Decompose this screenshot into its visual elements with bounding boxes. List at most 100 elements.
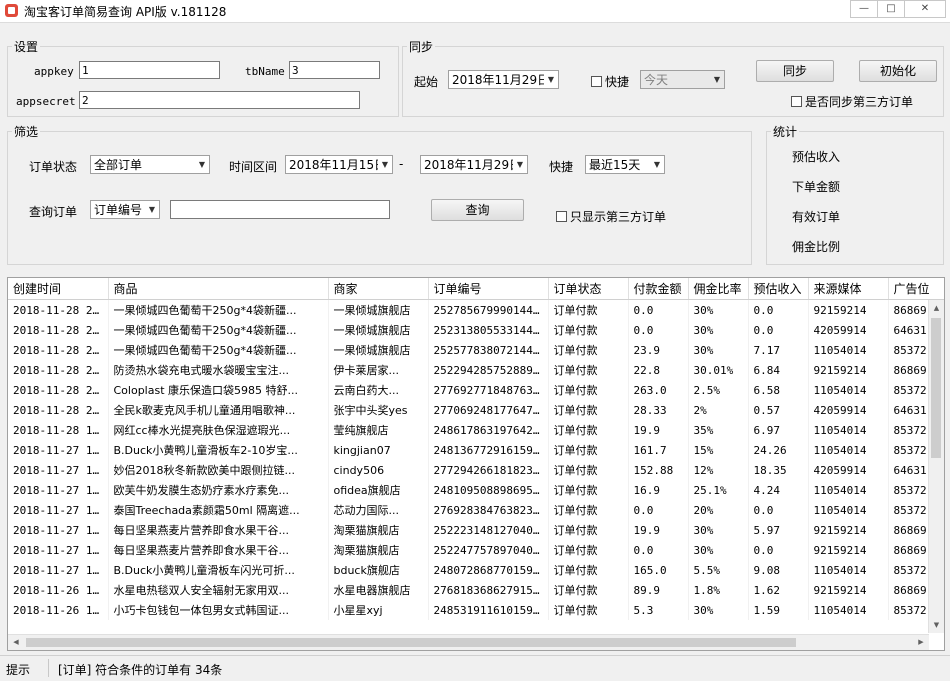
table-row[interactable]: 2018-11-27 1... 每日坚果燕麦片营养即食水果干谷... 淘栗猫旗舰店 2… — [8, 520, 944, 540]
cell-commission: 20% — [688, 500, 749, 520]
cell-seller: ofidea旗舰店 — [328, 480, 429, 500]
cell-payment: 263.0 — [628, 380, 689, 400]
init-button[interactable]: 初始化 — [859, 60, 937, 82]
scroll-right-icon[interactable]: ▶ — [913, 635, 929, 650]
table-row[interactable]: 2018-11-27 1... 泰国Treechada素颜霜50ml 隔离遮...… — [8, 500, 944, 520]
chevron-down-icon: ▼ — [148, 205, 156, 214]
col-header-commission[interactable]: 佣金比率 — [688, 278, 749, 300]
scroll-down-icon[interactable]: ▼ — [929, 617, 944, 633]
sync-third-party-checkbox[interactable]: 是否同步第三方订单 — [791, 93, 913, 110]
cell-product: 一果倾城四色葡萄干250g*4袋新疆... — [108, 299, 329, 320]
sync-start-date-picker[interactable]: 2018年11月29日 ▼ — [448, 70, 559, 89]
scroll-up-icon[interactable]: ▲ — [929, 300, 944, 316]
range-separator: - — [399, 157, 404, 171]
order-status-value: 全部订单 — [94, 158, 143, 172]
cell-order-id: 252313805533144811 — [428, 320, 549, 340]
cell-product: B.Duck小黄鸭儿童滑板车2-10岁宝... — [108, 440, 329, 460]
table-row[interactable]: 2018-11-28 2... 一果倾城四色葡萄干250g*4袋新疆... 一果倾城… — [8, 340, 944, 360]
appkey-input[interactable] — [79, 61, 220, 79]
cell-media: 11054014 — [808, 340, 889, 360]
cell-payment: 19.9 — [628, 520, 689, 540]
query-type-select[interactable]: 订单编号 ▼ — [90, 200, 160, 219]
cell-estimated: 0.0 — [748, 320, 809, 340]
cell-media: 11054014 — [808, 480, 889, 500]
col-header-product[interactable]: 商品 — [108, 278, 329, 300]
minimize-icon[interactable]: — — [850, 0, 878, 18]
col-header-seller[interactable]: 商家 — [328, 278, 429, 300]
status-message: [订单] 符合条件的订单有 34条 — [58, 663, 223, 677]
order-table[interactable]: 创建时间 商品 商家 订单编号 订单状态 付款金额 佣金比率 预估收入 来源媒体… — [7, 277, 945, 651]
cell-order-id: 248136772916159592 — [428, 440, 549, 460]
scroll-left-icon[interactable]: ◀ — [8, 635, 24, 650]
time-range-label: 时间区间 — [229, 160, 278, 174]
filter-quick-select[interactable]: 最近15天 ▼ — [585, 155, 665, 174]
horizontal-scroll-thumb[interactable] — [26, 638, 796, 647]
table-row[interactable]: 2018-11-27 1... 妙侣2018秋冬新款欧美中跟侧拉链... cindy… — [8, 460, 944, 480]
col-header-status[interactable]: 订单状态 — [548, 278, 629, 300]
cell-seller: 张宇中头奖yes — [328, 400, 429, 420]
query-input[interactable] — [170, 200, 390, 219]
sync-start-label: 起始 — [414, 75, 439, 89]
cell-media: 11054014 — [808, 560, 889, 580]
only-third-party-checkbox[interactable]: 只显示第三方订单 — [556, 208, 666, 225]
col-header-payment[interactable]: 付款金额 — [628, 278, 689, 300]
horizontal-scrollbar[interactable]: ◀ ▶ — [8, 634, 929, 650]
cell-created: 2018-11-28 1... — [8, 420, 109, 440]
status-divider — [48, 659, 49, 677]
table-header-row: 创建时间 商品 商家 订单编号 订单状态 付款金额 佣金比率 预估收入 来源媒体… — [8, 278, 944, 300]
status-label: 提示 — [6, 663, 31, 677]
table-row[interactable]: 2018-11-27 1... 欧芙牛奶发膜生态奶疗素水疗素免... ofidea旗… — [8, 480, 944, 500]
table-row[interactable]: 2018-11-27 1... B.Duck小黄鸭儿童滑板车闪光可折... bduc… — [8, 560, 944, 580]
filter-quick-label: 快捷 — [549, 160, 574, 174]
table-row[interactable]: 2018-11-28 1... 网红cc棒水光提亮肤色保湿遮瑕光... 莹纯旗舰店 2… — [8, 420, 944, 440]
cell-commission: 30% — [688, 600, 749, 620]
query-button[interactable]: 查询 — [431, 199, 524, 221]
vertical-scroll-thumb[interactable] — [931, 318, 941, 458]
tbname-input[interactable] — [289, 61, 380, 79]
table-row[interactable]: 2018-11-26 1... 小巧卡包钱包一体包男女式韩国证... 小星星xyj 2… — [8, 600, 944, 620]
table-row[interactable]: 2018-11-28 2... 全民k歌麦克风手机儿童通用唱歌神... 张宇中头奖y… — [8, 400, 944, 420]
table-row[interactable]: 2018-11-28 2... Coloplast 康乐保造口袋5985 特舒..… — [8, 380, 944, 400]
sync-quick-select[interactable]: 今天 ▼ — [640, 70, 725, 89]
table-row[interactable]: 2018-11-28 2... 防烫热水袋充电式暖水袋暖宝宝注... 伊卡莱居家..… — [8, 360, 944, 380]
filter-legend: 筛选 — [14, 125, 39, 139]
cell-seller: bduck旗舰店 — [328, 560, 429, 580]
cell-media: 11054014 — [808, 500, 889, 520]
order-status-select[interactable]: 全部订单 ▼ — [90, 155, 210, 174]
cell-estimated: 4.24 — [748, 480, 809, 500]
range-from-value: 2018年11月15日 — [289, 158, 378, 172]
table-row[interactable]: 2018-11-28 2... 一果倾城四色葡萄干250g*4袋新疆... 一果倾城… — [8, 320, 944, 340]
cell-payment: 0.0 — [628, 500, 689, 520]
cell-status: 订单付款 — [548, 440, 629, 460]
col-header-created[interactable]: 创建时间 — [8, 278, 109, 300]
sync-quick-checkbox[interactable]: 快捷 — [591, 73, 629, 90]
table-row[interactable]: 2018-11-27 1... B.Duck小黄鸭儿童滑板车2-10岁宝... ki… — [8, 440, 944, 460]
col-header-media[interactable]: 来源媒体 — [808, 278, 889, 300]
range-to-date-picker[interactable]: 2018年11月29日 ▼ — [420, 155, 528, 174]
cell-media: 92159214 — [808, 299, 889, 320]
cell-seller: 云南白药大... — [328, 380, 429, 400]
vertical-scrollbar[interactable]: ▲ ▼ — [928, 300, 944, 633]
cell-status: 订单付款 — [548, 400, 629, 420]
cell-payment: 0.0 — [628, 299, 689, 320]
sync-third-party-label: 是否同步第三方订单 — [805, 95, 914, 109]
only-third-party-label: 只显示第三方订单 — [570, 210, 667, 224]
col-header-estimated[interactable]: 预估收入 — [748, 278, 809, 300]
table-row[interactable]: 2018-11-27 1... 每日坚果燕麦片营养即食水果干谷... 淘栗猫旗舰店 2… — [8, 540, 944, 560]
table-row[interactable]: 2018-11-28 2... 一果倾城四色葡萄干250g*4袋新疆... 一果倾城… — [8, 299, 944, 320]
cell-product: 泰国Treechada素颜霜50ml 隔离遮... — [108, 500, 329, 520]
sync-button[interactable]: 同步 — [756, 60, 834, 82]
col-header-adzone[interactable]: 广告位 — [888, 278, 944, 300]
maximize-icon[interactable]: □ — [877, 0, 905, 18]
cell-commission: 2% — [688, 400, 749, 420]
appsecret-input[interactable] — [79, 91, 360, 109]
cell-media: 11054014 — [808, 440, 889, 460]
col-header-order-id[interactable]: 订单编号 — [428, 278, 549, 300]
cell-payment: 152.88 — [628, 460, 689, 480]
cell-seller: 莹纯旗舰店 — [328, 420, 429, 440]
cell-estimated: 0.0 — [748, 540, 809, 560]
close-icon[interactable]: ✕ — [904, 0, 946, 18]
range-from-date-picker[interactable]: 2018年11月15日 ▼ — [285, 155, 393, 174]
table-row[interactable]: 2018-11-26 1... 水星电热毯双人安全辐射无家用双... 水星电器旗舰店… — [8, 580, 944, 600]
app-icon — [5, 4, 18, 17]
